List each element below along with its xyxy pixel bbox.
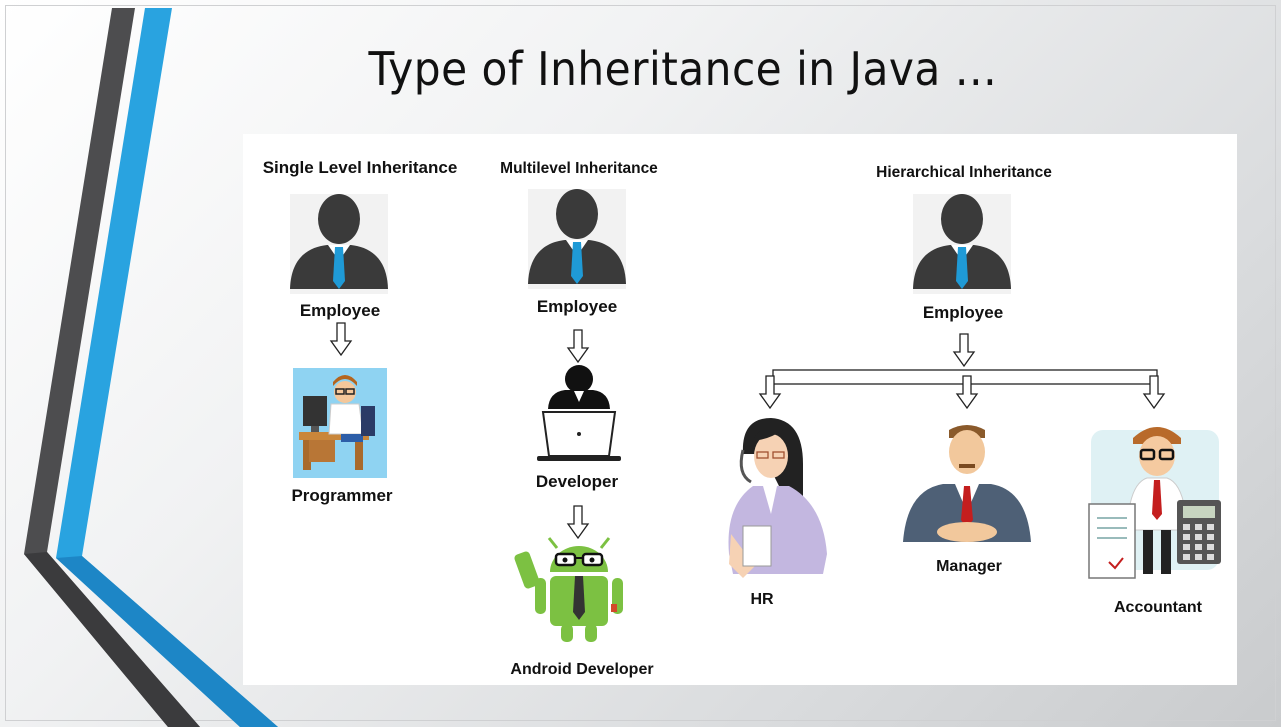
android-developer-icon <box>514 537 623 642</box>
slide-title: Type of Inheritance in Java … <box>368 42 998 96</box>
hierarchical-arrow-parent-icon <box>953 333 975 367</box>
multilevel-level3-label: Android Developer <box>510 661 654 678</box>
hierarchical-child-accountant-label: Accountant <box>1114 599 1202 616</box>
diagram-panel: Single Level Inheritance Employee Progra… <box>243 134 1237 685</box>
hierarchical-child-hr-label: HR <box>750 591 774 608</box>
programmer-icon <box>293 368 387 478</box>
slide: Type of Inheritance in Java … Single Lev… <box>0 0 1281 727</box>
multilevel-arrow-2-icon <box>567 505 589 539</box>
single-child-label: Programmer <box>291 486 393 505</box>
hierarchical-parent-label: Employee <box>922 303 1004 322</box>
multilevel-level2-label: Developer <box>535 472 619 491</box>
hierarchical-child-manager-label: Manager <box>936 558 1002 575</box>
single-heading: Single Level Inheritance <box>262 158 458 177</box>
multilevel-level1-label: Employee <box>536 297 618 316</box>
multilevel-employee-icon <box>528 189 626 289</box>
single-arrow-icon <box>330 322 352 356</box>
hierarchical-employee-icon <box>913 194 1011 294</box>
accountant-icon <box>1088 427 1221 579</box>
title-area: Type of Inheritance in Java … <box>0 0 1281 120</box>
manager-icon <box>903 425 1031 542</box>
multilevel-arrow-1-icon <box>567 329 589 363</box>
hr-woman-icon <box>728 418 827 578</box>
developer-laptop-icon <box>537 365 621 461</box>
single-employee-icon <box>290 194 388 294</box>
single-parent-label: Employee <box>299 301 381 320</box>
hierarchical-heading: Hierarchical Inheritance <box>876 164 1052 181</box>
diagram-canvas <box>290 189 1221 642</box>
multilevel-heading: Multilevel Inheritance <box>500 160 658 177</box>
